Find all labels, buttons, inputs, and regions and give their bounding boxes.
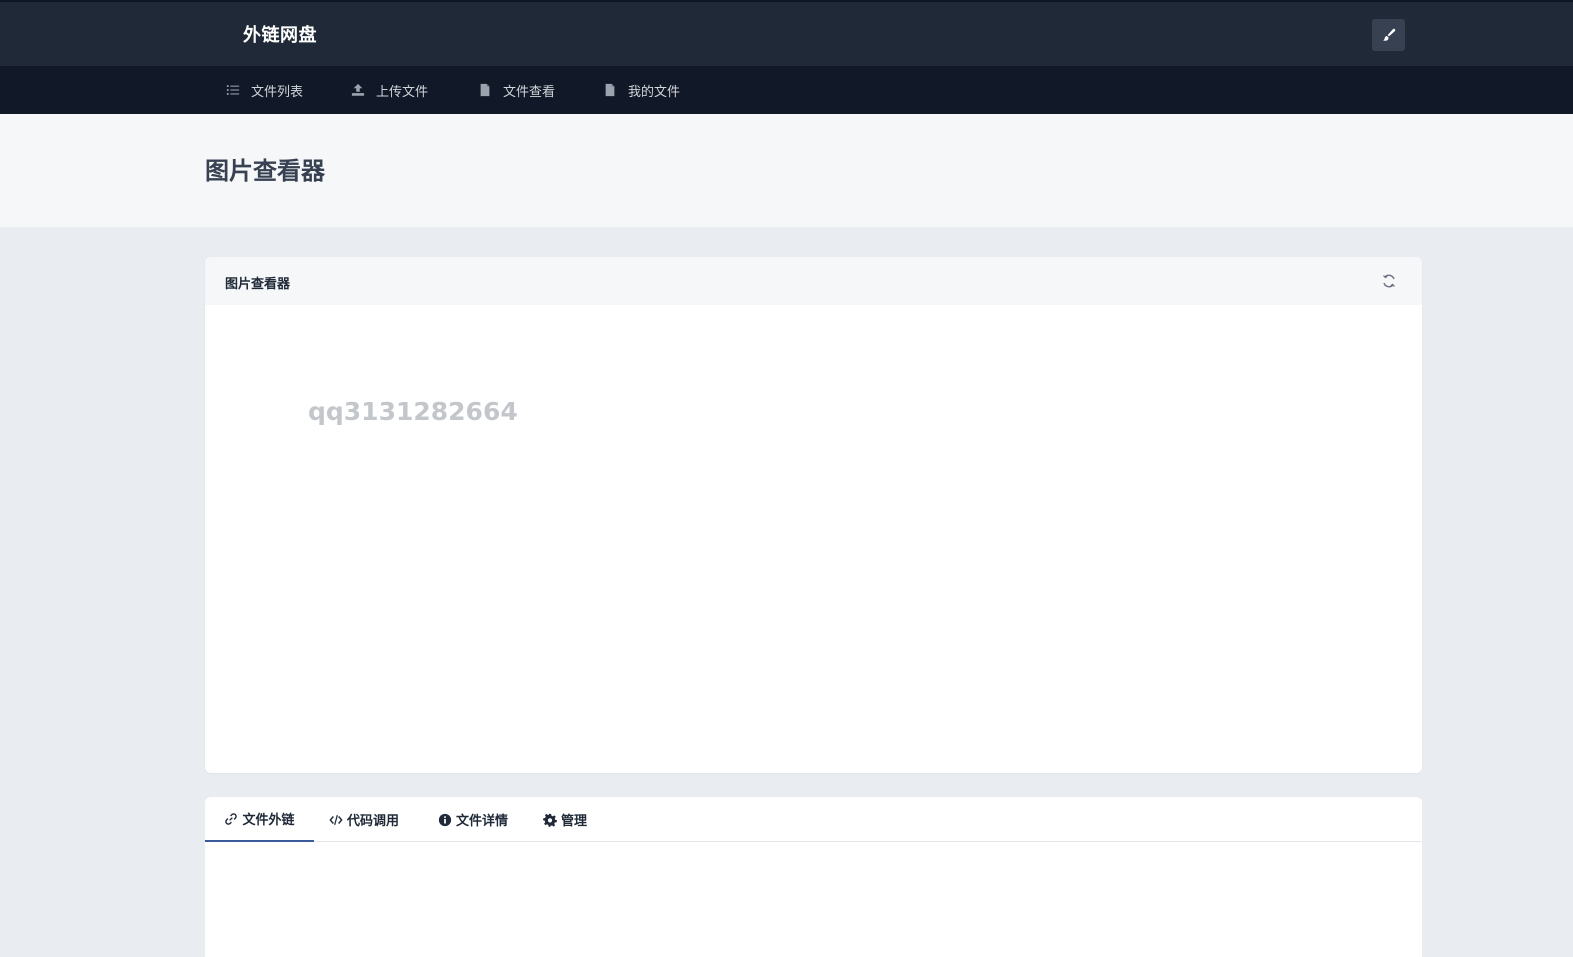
gear-icon <box>543 813 557 827</box>
link-icon <box>224 812 238 826</box>
page-header: 图片查看器 <box>0 114 1573 227</box>
image-preview[interactable]: qq3131282664 <box>205 305 1422 773</box>
tab-bar: 文件外链 代码调用 文件详情 管理 <box>205 797 1422 842</box>
tab-label: 代码调用 <box>347 814 400 829</box>
tab-label: 管理 <box>561 814 588 829</box>
nav-item-label: 我的文件 <box>628 84 681 100</box>
nav-item-label: 文件列表 <box>251 84 304 100</box>
nav-item-my-files[interactable]: 我的文件 <box>603 66 680 114</box>
page-title: 图片查看器 <box>205 157 325 185</box>
info-icon <box>438 813 452 827</box>
theme-button[interactable] <box>1372 19 1405 51</box>
tab-label: 文件详情 <box>456 814 509 829</box>
upload-icon <box>351 83 365 97</box>
card-header: 图片查看器 <box>205 257 1422 305</box>
tab-manage[interactable]: 管理 <box>543 797 587 842</box>
nav-item-file-list[interactable]: 文件列表 <box>226 66 303 114</box>
tab-code-call[interactable]: 代码调用 <box>329 797 399 842</box>
list-icon <box>226 83 240 97</box>
top-bar: 外链网盘 <box>0 0 1573 66</box>
tab-label: 文件外链 <box>242 813 295 828</box>
nav-item-label: 文件查看 <box>503 84 556 100</box>
refresh-icon <box>1381 273 1397 289</box>
tab-file-details[interactable]: 文件详情 <box>438 797 508 842</box>
refresh-button[interactable] <box>1380 272 1398 290</box>
main-nav: 文件列表 上传文件 文件查看 我的文件 <box>0 66 1573 114</box>
nav-item-upload[interactable]: 上传文件 <box>351 66 428 114</box>
card-title: 图片查看器 <box>225 277 291 292</box>
file-icon <box>603 83 617 97</box>
tab-file-link[interactable]: 文件外链 <box>205 797 314 842</box>
brush-icon <box>1382 28 1396 42</box>
file-icon <box>478 83 492 97</box>
nav-item-file-view[interactable]: 文件查看 <box>478 66 555 114</box>
code-icon <box>329 813 343 827</box>
brand-title[interactable]: 外链网盘 <box>243 21 317 47</box>
image-viewer-card: 图片查看器 qq3131282664 <box>205 257 1422 773</box>
nav-item-label: 上传文件 <box>376 84 429 100</box>
file-info-card: 文件外链 代码调用 文件详情 管理 <box>205 797 1422 957</box>
image-watermark-text: qq3131282664 <box>308 397 518 426</box>
